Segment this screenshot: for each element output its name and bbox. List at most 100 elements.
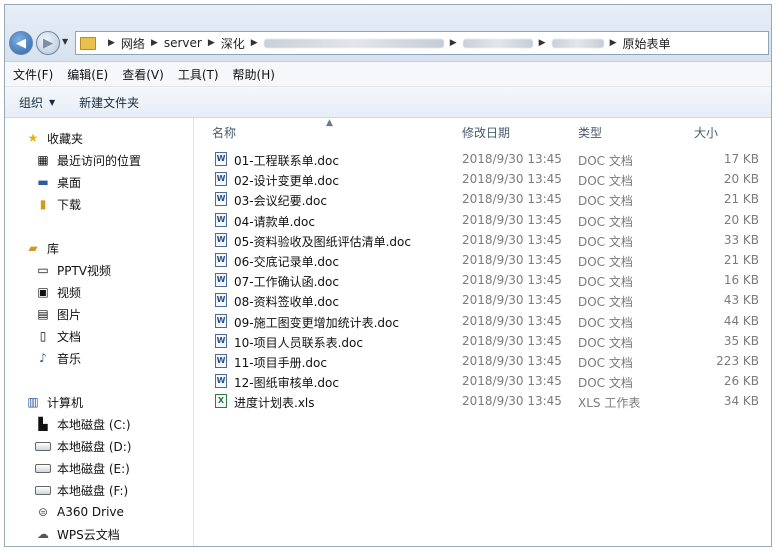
nav-a360[interactable]: ⊜ A360 Drive bbox=[35, 502, 124, 522]
nav-favorites[interactable]: ★ 收藏夹 bbox=[25, 128, 83, 148]
nav-documents[interactable]: ▯ 文档 bbox=[35, 326, 81, 346]
nav-computer-label: 计算机 bbox=[47, 395, 84, 410]
chevron-right-icon[interactable]: ▶ bbox=[610, 38, 617, 48]
nav-disk-c-label: 本地磁盘 (C:) bbox=[57, 417, 131, 432]
file-type: DOC 文档 bbox=[578, 255, 633, 269]
file-row[interactable]: W 04-请款单.doc 2018/9/30 13:45 DOC 文档 20 KB bbox=[194, 210, 771, 230]
file-name: 04-请款单.doc bbox=[234, 214, 315, 229]
new-folder-button[interactable]: 新建文件夹 bbox=[65, 94, 149, 111]
recent-pages-dropdown-icon[interactable]: ▼ bbox=[62, 37, 68, 46]
doc-icon: W bbox=[215, 232, 227, 247]
nav-favorites-label: 收藏夹 bbox=[47, 131, 84, 146]
file-size: 20 KB bbox=[723, 172, 759, 187]
library-icon: ▰ bbox=[28, 241, 38, 255]
drive-icon bbox=[35, 483, 51, 497]
file-date: 2018/9/30 13:45 bbox=[462, 232, 562, 247]
command-bar: 组织 ▼ 新建文件夹 bbox=[5, 87, 771, 118]
file-date: 2018/9/30 13:45 bbox=[462, 273, 562, 288]
nav-wps-label: WPS云文档 bbox=[57, 527, 120, 542]
nav-library[interactable]: ▰ 库 bbox=[25, 238, 59, 258]
file-row[interactable]: W 10-项目人员联系表.doc 2018/9/30 13:45 DOC 文档 35 K… bbox=[194, 331, 771, 351]
file-row[interactable]: X 进度计划表.xls 2018/9/30 13:45 XLS 工作表 34 KB bbox=[194, 391, 771, 411]
nav-disk-f-label: 本地磁盘 (F:) bbox=[57, 483, 129, 498]
nav-disk-f[interactable]: 本地磁盘 (F:) bbox=[35, 480, 128, 500]
address-bar-area: ◀ ▶ ▼ ▶ 网络 ▶ server ▶ 深化 ▶ ▶ ▶ ▶ 原始表单 bbox=[5, 5, 771, 62]
column-header-name[interactable]: 名称 bbox=[212, 124, 236, 141]
doc-icon: W bbox=[215, 253, 227, 267]
breadcrumb-server[interactable]: server bbox=[164, 36, 202, 50]
file-row[interactable]: W 11-项目手册.doc 2018/9/30 13:45 DOC 文档 223 KB bbox=[194, 351, 771, 371]
nav-recent[interactable]: ▦ 最近访问的位置 bbox=[35, 150, 141, 170]
nav-pptv[interactable]: ▭ PPTV视频 bbox=[35, 260, 111, 280]
nav-video[interactable]: ▣ 视频 bbox=[35, 282, 81, 302]
file-date: 2018/9/30 13:45 bbox=[462, 293, 562, 308]
file-date: 2018/9/30 13:45 bbox=[462, 313, 562, 328]
file-row[interactable]: W 02-设计变更单.doc 2018/9/30 13:45 DOC 文档 20 KB bbox=[194, 169, 771, 189]
nav-downloads[interactable]: ▮ 下载 bbox=[35, 194, 81, 214]
chevron-right-icon[interactable]: ▶ bbox=[251, 38, 258, 48]
file-row[interactable]: W 07-工作确认函.doc 2018/9/30 13:45 DOC 文档 16 KB bbox=[194, 270, 771, 290]
file-row[interactable]: W 12-图纸审核单.doc 2018/9/30 13:45 DOC 文档 26 KB bbox=[194, 371, 771, 391]
file-date: 2018/9/30 13:45 bbox=[462, 374, 562, 389]
file-type: DOC 文档 bbox=[578, 275, 633, 290]
file-row[interactable]: W 06-交底记录单.doc 2018/9/30 13:45 DOC 文档 21 KB bbox=[194, 250, 771, 270]
menu-help[interactable]: 帮助(H) bbox=[225, 66, 281, 83]
address-bar[interactable]: ▶ 网络 ▶ server ▶ 深化 ▶ ▶ ▶ ▶ 原始表单 bbox=[75, 31, 769, 55]
file-type: DOC 文档 bbox=[578, 295, 633, 310]
file-name: 08-资料签收单.doc bbox=[234, 295, 339, 310]
chevron-right-icon[interactable]: ▶ bbox=[151, 38, 158, 48]
navigation-pane: ★ 收藏夹 ▦ 最近访问的位置 ▬ 桌面 ▮ 下载 ▰ 库 ▭ PPTV视频 ▣… bbox=[5, 118, 194, 546]
file-name: 11-项目手册.doc bbox=[234, 356, 327, 370]
breadcrumb-shenhua[interactable]: 深化 bbox=[221, 35, 245, 52]
chevron-right-icon[interactable]: ▶ bbox=[450, 38, 457, 48]
system-drive-icon: ▙ bbox=[38, 417, 48, 431]
file-size: 34 KB bbox=[723, 394, 759, 409]
redacted-breadcrumb bbox=[462, 38, 533, 48]
file-row[interactable]: W 05-资料验收及图纸评估清单.doc 2018/9/30 13:45 DOC 文档… bbox=[194, 230, 771, 250]
file-name: 03-会议纪要.doc bbox=[234, 194, 327, 209]
nav-a360-label: A360 Drive bbox=[57, 505, 124, 519]
file-size: 223 KB bbox=[716, 354, 759, 368]
redacted-breadcrumb bbox=[263, 38, 444, 48]
menu-edit[interactable]: 编辑(E) bbox=[59, 66, 114, 83]
file-row[interactable]: W 09-施工图变更增加统计表.doc 2018/9/30 13:45 DOC 文档 4… bbox=[194, 311, 771, 331]
chevron-right-icon[interactable]: ▶ bbox=[539, 38, 546, 48]
file-row[interactable]: W 03-会议纪要.doc 2018/9/30 13:45 DOC 文档 21 KB bbox=[194, 189, 771, 209]
menu-tools[interactable]: 工具(T) bbox=[170, 66, 225, 83]
menu-view[interactable]: 查看(V) bbox=[114, 66, 170, 83]
nav-music[interactable]: ♪ 音乐 bbox=[35, 348, 81, 368]
menu-file[interactable]: 文件(F) bbox=[5, 66, 59, 83]
doc-icon: W bbox=[215, 273, 227, 288]
column-header-size[interactable]: 大小 bbox=[694, 124, 718, 141]
doc-icon: W bbox=[215, 152, 227, 166]
file-type: DOC 文档 bbox=[578, 234, 633, 249]
breadcrumb-network[interactable]: 网络 bbox=[121, 35, 145, 52]
chevron-right-icon[interactable]: ▶ bbox=[108, 38, 115, 48]
column-header-type[interactable]: 类型 bbox=[578, 124, 602, 141]
drive-icon bbox=[35, 461, 51, 475]
nav-disk-e[interactable]: 本地磁盘 (E:) bbox=[35, 458, 130, 478]
breadcrumb-current[interactable]: 原始表单 bbox=[622, 35, 670, 52]
file-name: 01-工程联系单.doc bbox=[234, 154, 339, 168]
nav-desktop-label: 桌面 bbox=[57, 175, 82, 190]
nav-desktop[interactable]: ▬ 桌面 bbox=[35, 172, 81, 192]
file-size: 21 KB bbox=[723, 192, 759, 207]
nav-wps[interactable]: ☁ WPS云文档 bbox=[35, 524, 120, 544]
nav-pictures-label: 图片 bbox=[57, 307, 82, 322]
organize-button[interactable]: 组织 ▼ bbox=[5, 94, 65, 111]
nav-computer[interactable]: ▥ 计算机 bbox=[25, 392, 83, 412]
redacted-breadcrumb bbox=[551, 38, 604, 48]
nav-disk-d[interactable]: 本地磁盘 (D:) bbox=[35, 436, 131, 456]
column-header-date[interactable]: 修改日期 bbox=[462, 124, 510, 141]
back-button[interactable]: ◀ bbox=[9, 31, 33, 55]
chevron-right-icon[interactable]: ▶ bbox=[208, 38, 215, 48]
drive-icon bbox=[35, 439, 51, 453]
file-row[interactable]: W 01-工程联系单.doc 2018/9/30 13:45 DOC 文档 17 KB bbox=[194, 149, 771, 169]
nav-disk-c[interactable]: ▙ 本地磁盘 (C:) bbox=[35, 414, 131, 434]
nav-pictures[interactable]: ▤ 图片 bbox=[35, 304, 81, 324]
folder-icon bbox=[80, 36, 96, 50]
file-name: 12-图纸审核单.doc bbox=[234, 376, 339, 391]
file-size: 21 KB bbox=[723, 253, 759, 267]
file-row[interactable]: W 08-资料签收单.doc 2018/9/30 13:45 DOC 文档 43 KB bbox=[194, 290, 771, 310]
forward-button[interactable]: ▶ bbox=[36, 31, 60, 55]
